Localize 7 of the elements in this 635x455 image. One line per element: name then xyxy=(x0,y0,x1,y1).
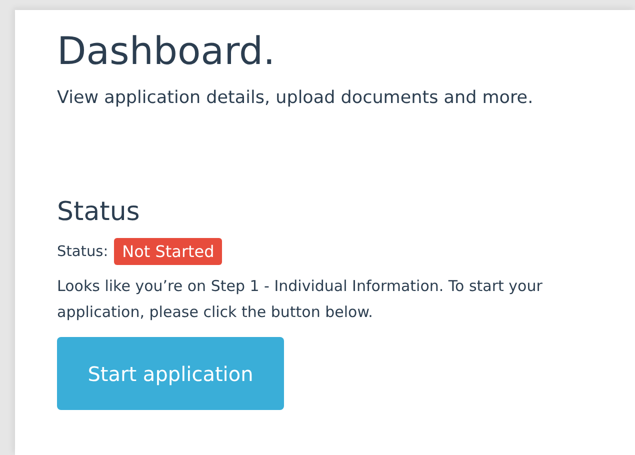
section-heading: Status xyxy=(57,196,141,228)
status-label: Status: xyxy=(57,244,108,260)
page-subtitle: View application details, upload documents and more. xyxy=(57,87,534,110)
status-message: Looks like you’re on Step 1 - Individual Information. To start your application, please click the button below. xyxy=(57,276,544,323)
page-title: Dashboard. xyxy=(57,28,276,74)
status-badge: Not Started xyxy=(114,238,222,265)
start-application-button[interactable]: Start application xyxy=(57,337,284,410)
